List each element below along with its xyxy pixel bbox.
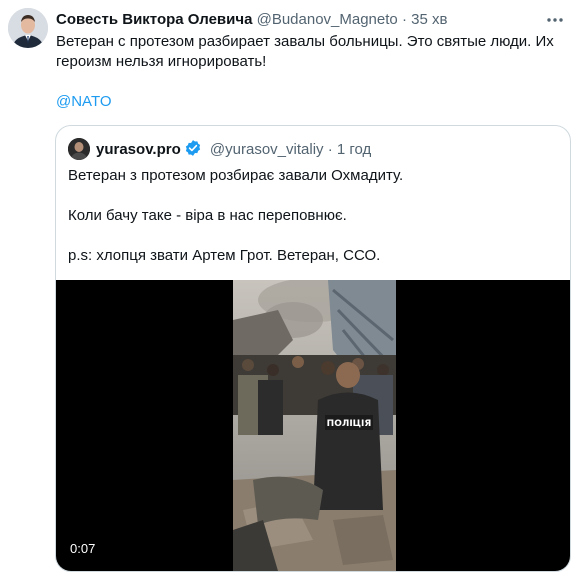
quote-author-name[interactable]: yurasov.pro	[96, 141, 181, 158]
more-icon[interactable]	[545, 12, 565, 28]
quote-header-separator: ·	[327, 141, 333, 158]
header-separator: ·	[401, 11, 407, 28]
video-duration: 0:07	[70, 541, 96, 556]
quote-text-line2: Коли бачу таке - віра в нас переповнює.	[68, 207, 347, 224]
tweet-time[interactable]: 35 хв	[411, 11, 447, 28]
tweet-text-line2: героизм нельзя игнорировать!	[56, 53, 267, 70]
mention-link[interactable]: @NATO	[56, 92, 112, 112]
quote-author-handle[interactable]: @yurasov_vitaliy	[210, 141, 324, 158]
tweet-text-line1: Ветеран с протезом разбирает завалы боль…	[56, 33, 554, 50]
verified-icon	[184, 139, 202, 157]
author-name[interactable]: Совесть Виктора Олевича	[56, 11, 252, 28]
quote-header: yurasov.pro @yurasov_vitaliy · 1 год	[96, 139, 371, 160]
author-avatar-image	[8, 8, 48, 48]
author-handle[interactable]: @Budanov_Magneto	[257, 11, 398, 28]
video-player[interactable]: ПОЛІЦІЯ 0:07	[56, 280, 570, 571]
vest-label: ПОЛІЦІЯ	[327, 419, 372, 429]
quote-time[interactable]: 1 год	[337, 141, 371, 158]
quote-text-line3: p.s: хлопця звати Артем Грот. Ветеран, С…	[68, 247, 381, 264]
quote-text-line1: Ветеран з протезом розбирає завали Охмад…	[68, 167, 404, 184]
video-thumbnail: ПОЛІЦІЯ	[233, 280, 396, 571]
author-avatar[interactable]	[8, 8, 48, 48]
video-frame: ПОЛІЦІЯ	[233, 280, 396, 571]
quoted-tweet[interactable]: yurasov.pro @yurasov_vitaliy · 1 год Вет…	[55, 125, 571, 572]
quote-author-avatar[interactable]	[68, 138, 90, 160]
tweet-header: Совесть Виктора Олевича @Budanov_Magneto…	[56, 10, 447, 30]
